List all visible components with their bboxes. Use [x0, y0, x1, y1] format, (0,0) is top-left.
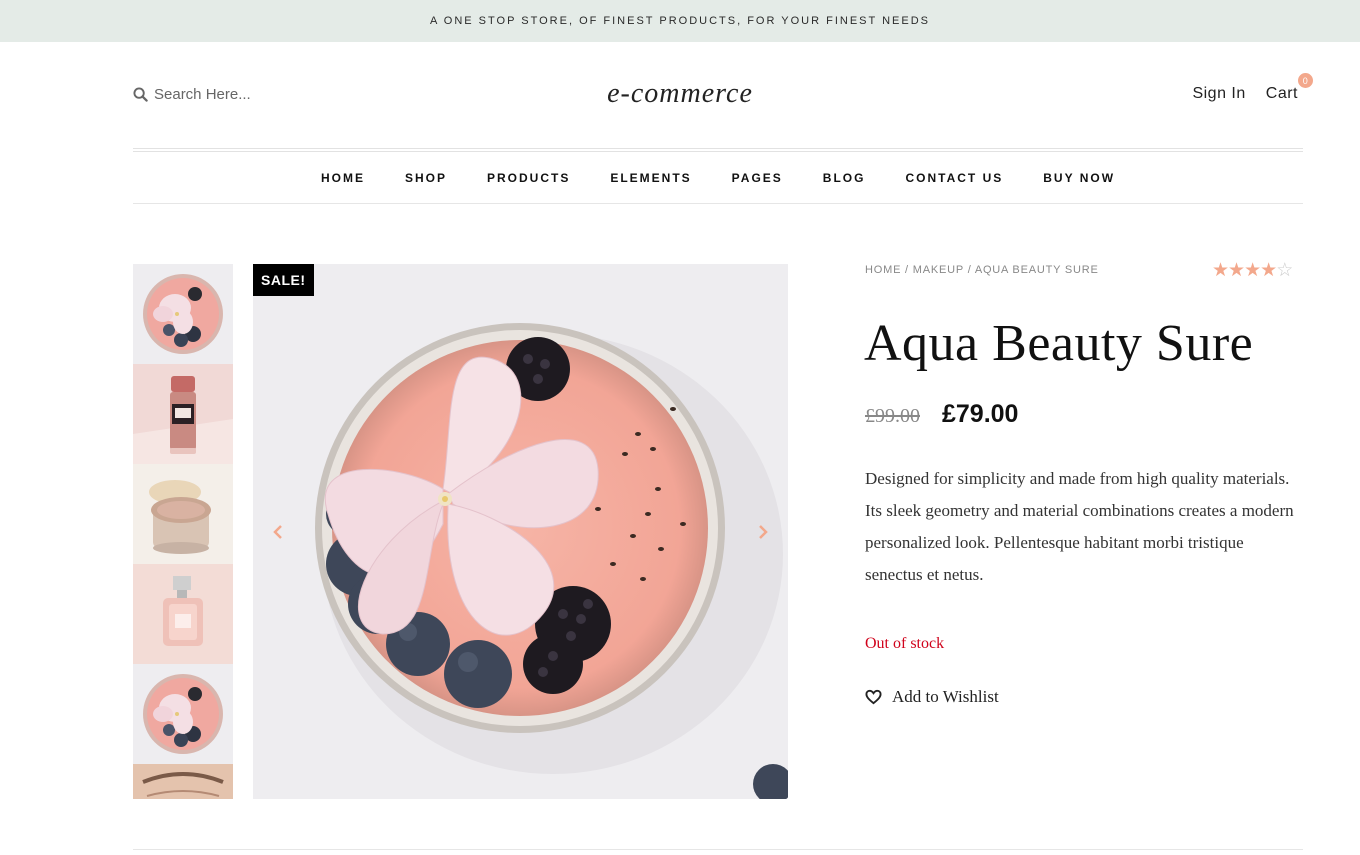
nav-item-home[interactable]: HOME: [301, 171, 385, 185]
price-block: £99.00 £79.00: [865, 400, 1018, 429]
lipstick-image: [133, 364, 233, 464]
section-divider: [133, 849, 1303, 850]
thumbnail-powder-jar[interactable]: [133, 464, 233, 564]
flower-bowl-image-2: [133, 664, 233, 764]
add-to-wishlist-button[interactable]: Add to Wishlist: [865, 687, 999, 707]
account-links: Sign In Cart 0: [1192, 73, 1313, 103]
nav-item-products[interactable]: PRODUCTS: [467, 171, 590, 185]
eye-image: [133, 764, 233, 799]
breadcrumb-makeup[interactable]: MAKEUP: [913, 264, 964, 276]
nav-item-contact-us[interactable]: CONTACT US: [885, 171, 1023, 185]
nav-item-buy-now[interactable]: BUY NOW: [1023, 171, 1135, 185]
star-empty-icon: ☆: [1276, 260, 1293, 281]
wishlist-label: Add to Wishlist: [892, 687, 999, 706]
sale-badge: SALE!: [253, 264, 314, 296]
product-photo: [253, 264, 788, 799]
breadcrumb-home[interactable]: HOME: [865, 264, 901, 276]
product-title: Aqua Beauty Sure: [864, 315, 1254, 372]
prev-image-button[interactable]: [268, 522, 288, 542]
star-rating: ★★★★☆: [1212, 259, 1293, 282]
nav-item-blog[interactable]: BLOG: [803, 171, 886, 185]
main-nav: HOME SHOP PRODUCTS ELEMENTS PAGES BLOG C…: [133, 152, 1303, 204]
breadcrumb-current: AQUA BEAUTY SURE: [974, 264, 1099, 276]
thumbnail-strip: [133, 264, 233, 799]
thumbnail-flower-bowl-2[interactable]: [133, 664, 233, 764]
star-filled-icon: ★: [1212, 260, 1229, 281]
original-price: £99.00: [865, 405, 920, 427]
cart-link[interactable]: Cart 0: [1265, 73, 1313, 103]
nav-item-elements[interactable]: ELEMENTS: [590, 171, 711, 185]
chevron-left-icon: [273, 525, 282, 539]
thumbnail-lipstick[interactable]: [133, 364, 233, 464]
star-filled-icon: ★: [1228, 260, 1245, 281]
nav-item-shop[interactable]: SHOP: [385, 171, 467, 185]
cart-label: Cart: [1265, 85, 1298, 102]
announcement-text: A ONE STOP STORE, OF FINEST PRODUCTS, FO…: [429, 15, 930, 27]
heart-icon: [865, 689, 882, 705]
star-filled-icon: ★: [1244, 260, 1261, 281]
powder-jar-image: [133, 464, 233, 564]
breadcrumb-separator: /: [901, 264, 913, 276]
stock-status: Out of stock: [865, 635, 945, 652]
main-product-image[interactable]: SALE!: [253, 264, 788, 799]
nav-item-pages[interactable]: PAGES: [712, 171, 803, 185]
breadcrumb-separator: /: [963, 264, 975, 276]
next-image-button[interactable]: [753, 522, 773, 542]
thumbnail-eye[interactable]: [133, 764, 233, 799]
product-description: Designed for simplicity and made from hi…: [865, 469, 1294, 584]
site-logo[interactable]: e-commerce: [607, 78, 753, 109]
perfume-image: [133, 564, 233, 664]
announcement-bar: A ONE STOP STORE, OF FINEST PRODUCTS, FO…: [0, 0, 1360, 42]
breadcrumb: HOME / MAKEUP / AQUA BEAUTY SURE: [865, 264, 1099, 276]
sale-price: £79.00: [942, 400, 1019, 428]
thumbnail-flower-bowl[interactable]: [133, 264, 233, 364]
chevron-right-icon: [759, 525, 768, 539]
thumbnail-perfume[interactable]: [133, 564, 233, 664]
star-filled-icon: ★: [1260, 260, 1277, 281]
site-logo-wrap: e-commerce: [0, 78, 1360, 110]
flower-bowl-image: [133, 264, 233, 364]
cart-count-badge: 0: [1298, 73, 1313, 88]
sign-in-link[interactable]: Sign In: [1192, 85, 1245, 103]
